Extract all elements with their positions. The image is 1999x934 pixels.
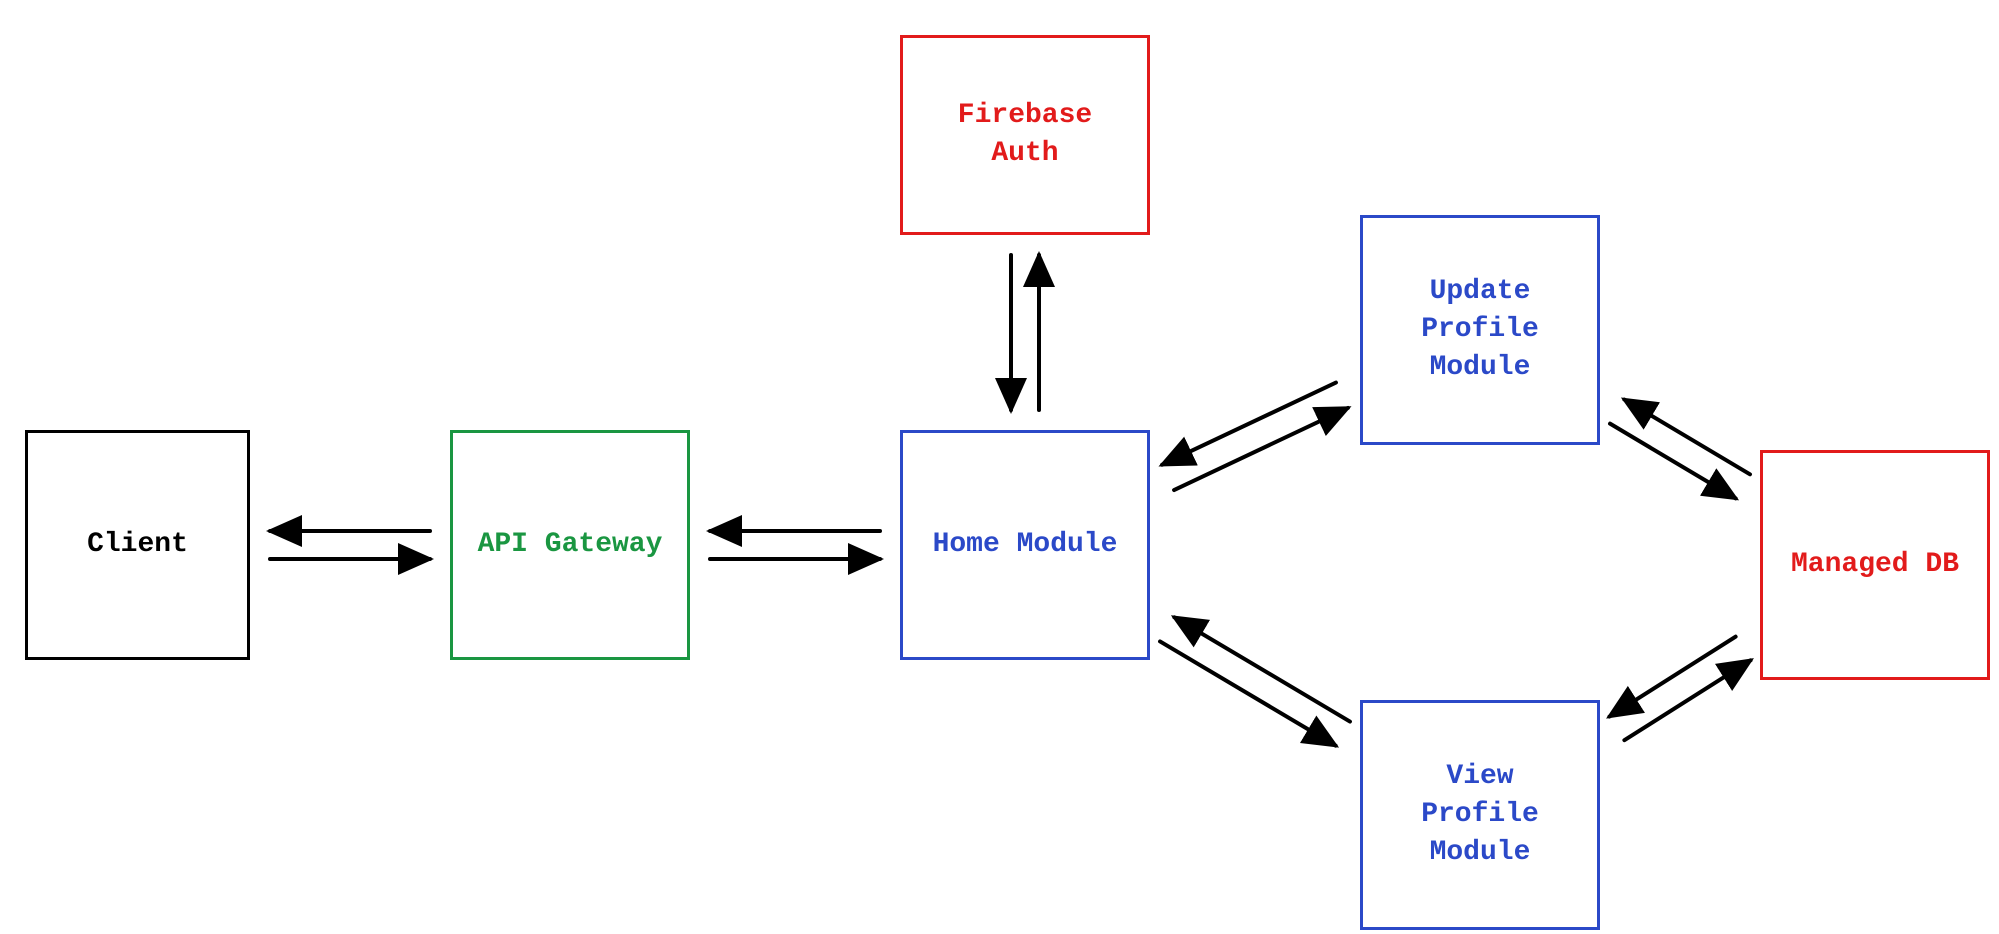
node-view-profile-label: View Profile Module bbox=[1421, 758, 1539, 871]
node-update-profile: Update Profile Module bbox=[1360, 215, 1600, 445]
arrow bbox=[1174, 408, 1348, 490]
node-managed-db-label: Managed DB bbox=[1791, 546, 1959, 584]
node-client-label: Client bbox=[87, 526, 188, 564]
node-client: Client bbox=[25, 430, 250, 660]
arrow bbox=[1174, 617, 1350, 721]
arrow bbox=[1162, 383, 1336, 465]
arrow bbox=[1610, 424, 1736, 499]
node-api-gateway: API Gateway bbox=[450, 430, 690, 660]
node-home-module: Home Module bbox=[900, 430, 1150, 660]
node-firebase-auth: Firebase Auth bbox=[900, 35, 1150, 235]
node-firebase-auth-label: Firebase Auth bbox=[958, 97, 1092, 173]
node-update-profile-label: Update Profile Module bbox=[1421, 273, 1539, 386]
arrow bbox=[1624, 660, 1750, 740]
arrow bbox=[1624, 400, 1750, 475]
arrow bbox=[1160, 641, 1336, 745]
node-managed-db: Managed DB bbox=[1760, 450, 1990, 680]
arrow bbox=[1609, 637, 1735, 717]
node-api-gateway-label: API Gateway bbox=[478, 526, 663, 564]
node-view-profile: View Profile Module bbox=[1360, 700, 1600, 930]
node-home-module-label: Home Module bbox=[933, 526, 1118, 564]
